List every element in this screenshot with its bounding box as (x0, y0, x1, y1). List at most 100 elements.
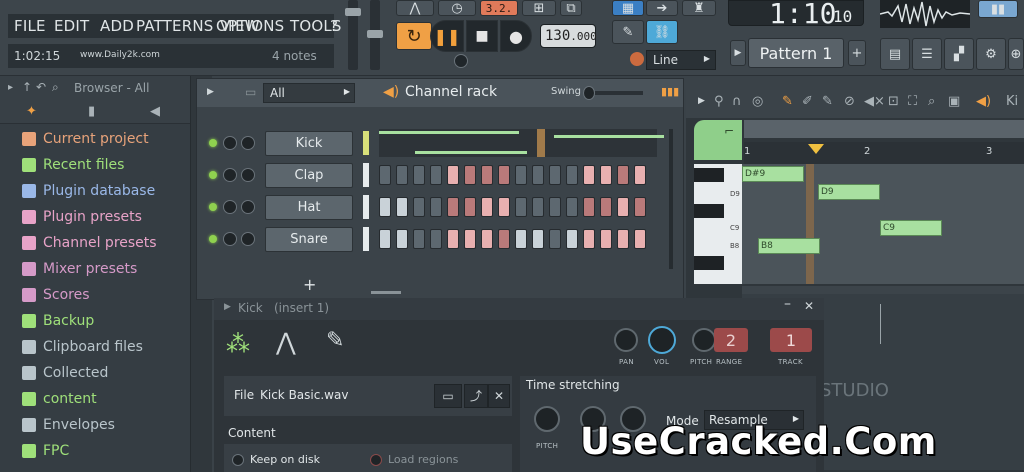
step-button[interactable] (447, 229, 459, 249)
channel-led[interactable] (209, 139, 217, 147)
browser-item[interactable]: Channel presets (22, 232, 157, 254)
step-button[interactable] (600, 229, 612, 249)
step-button[interactable] (566, 165, 578, 185)
browser-item[interactable]: Envelopes (22, 414, 115, 436)
minimize-icon[interactable]: – (784, 296, 791, 312)
typing-keyboard-icon[interactable] (630, 52, 644, 66)
step-button[interactable] (617, 165, 629, 185)
browser-item[interactable]: Plugin database (22, 180, 155, 202)
step-button[interactable] (413, 229, 425, 249)
search-icon[interactable]: ⌕ (52, 80, 59, 95)
step-button[interactable] (430, 165, 442, 185)
step-button[interactable] (583, 165, 595, 185)
step-edit-button[interactable]: ⊞ (522, 0, 556, 16)
locate-file-button[interactable]: ⤴ (464, 384, 488, 408)
swing-slider[interactable] (583, 86, 643, 100)
playlist-view-button[interactable]: ▤ (880, 38, 910, 70)
step-button[interactable] (617, 229, 629, 249)
step-button[interactable] (379, 165, 391, 185)
clear-file-button[interactable]: ✕ (488, 384, 510, 408)
speaker-icon[interactable]: ◀) (976, 94, 991, 109)
browser-view-button[interactable]: ⚙ (976, 38, 1006, 70)
step-button[interactable] (396, 165, 408, 185)
magnet-icon[interactable]: ⚲ (714, 94, 724, 109)
countdown-button[interactable]: 3.2. (480, 0, 518, 16)
pattern-prev-button[interactable]: ▶ (730, 40, 746, 66)
browser-item[interactable]: Mixer presets (22, 258, 137, 280)
blend-button[interactable]: ⧉ (560, 0, 582, 16)
step-button[interactable] (498, 165, 510, 185)
step-button[interactable] (549, 197, 561, 217)
piano-roll-button[interactable]: ▞ (944, 38, 974, 70)
metronome-button[interactable]: ⋀ (396, 0, 434, 16)
browser-item[interactable]: Scores (22, 284, 90, 306)
browser-item[interactable]: FPC (22, 440, 69, 462)
step-button[interactable] (464, 197, 476, 217)
step-button[interactable] (498, 197, 510, 217)
track-value[interactable]: 1 (770, 328, 812, 352)
channel-name-button[interactable]: Kick (265, 131, 353, 156)
step-button[interactable] (430, 229, 442, 249)
step-button[interactable] (515, 197, 527, 217)
master-pitch-slider[interactable] (367, 0, 383, 70)
channel-select-indicator[interactable] (363, 195, 369, 219)
piano-roll-channel-tab[interactable]: Ki (1006, 94, 1018, 109)
channel-filter-select[interactable]: All ▶ (263, 83, 355, 103)
tools-icon[interactable]: ∩ (732, 94, 742, 109)
menu-options[interactable]: OPTIONS (216, 17, 284, 35)
envelope-tab-icon[interactable]: ⋀ (276, 328, 296, 356)
step-button[interactable] (515, 229, 527, 249)
graph-editor-icon[interactable]: ▮▮▮ (661, 85, 679, 98)
step-button[interactable] (634, 229, 646, 249)
close-icon[interactable]: ✕ (804, 299, 814, 313)
wait-input-button[interactable]: ◷ (438, 0, 476, 16)
add-pattern-button[interactable]: + (848, 40, 866, 66)
step-button[interactable] (379, 197, 391, 217)
playhead-marker[interactable] (808, 144, 824, 154)
mixer-view-button[interactable]: ♜ (682, 0, 716, 16)
waveform-filter-icon[interactable]: ✦ (26, 104, 37, 119)
channel-volume-knob[interactable] (241, 200, 255, 214)
load-regions-radio[interactable] (370, 454, 382, 466)
channel-name-button[interactable]: Clap (265, 163, 353, 188)
browser-item[interactable]: Plugin presets (22, 206, 142, 228)
channel-led[interactable] (209, 235, 217, 243)
piano-roll-preview[interactable] (379, 129, 664, 157)
step-button[interactable] (583, 229, 595, 249)
piano-roll-scroll-bottom[interactable] (742, 286, 1024, 294)
step-button[interactable] (549, 165, 561, 185)
channel-volume-knob[interactable] (241, 168, 255, 182)
paint-tool-icon[interactable]: ✐ (802, 94, 813, 109)
browser-item[interactable]: content (22, 388, 97, 410)
note-b8[interactable]: B8 (758, 238, 820, 254)
plugin-picker-button[interactable]: ⊕ (1008, 38, 1024, 70)
channel-pan-knob[interactable] (223, 232, 237, 246)
open-file-button[interactable]: ▭ (434, 384, 462, 408)
step-button[interactable] (447, 165, 459, 185)
piano-keyboard[interactable]: D9 C9 B8 (694, 164, 742, 284)
rack-scrollbar[interactable] (669, 129, 673, 269)
step-button[interactable] (617, 197, 629, 217)
browser-item[interactable]: Current project (22, 128, 149, 150)
speaker-mute-icon[interactable]: ◀× (864, 94, 885, 109)
chevron-right-icon[interactable]: ▸ (8, 82, 13, 93)
step-button[interactable] (532, 229, 544, 249)
pencil-button[interactable]: ✎ (612, 20, 644, 44)
pitch-knob[interactable] (692, 328, 716, 352)
keep-on-disk-radio[interactable] (232, 454, 244, 466)
playback-tool-icon[interactable]: ▣ (948, 94, 960, 109)
pan-knob[interactable] (614, 328, 638, 352)
channel-name-button[interactable]: Hat (265, 195, 353, 220)
record-loop-icon[interactable]: ◎ (752, 94, 763, 109)
channel-rack-view-button[interactable]: ☰ (912, 38, 942, 70)
volume-knob[interactable] (648, 326, 676, 354)
browser-item[interactable]: Collected (22, 362, 108, 384)
rack-horizontal-scrollbar[interactable] (371, 291, 401, 294)
play-button[interactable]: ❚❚ (430, 20, 464, 52)
arrow-tool-button[interactable]: ➔ (646, 0, 678, 16)
step-button[interactable] (481, 197, 493, 217)
snap-selector[interactable]: Line ▶ (646, 50, 716, 70)
delete-tool-icon[interactable]: ✎ (822, 94, 833, 109)
step-button[interactable] (413, 197, 425, 217)
waveform-tab-icon[interactable]: ⁂ (226, 330, 250, 358)
